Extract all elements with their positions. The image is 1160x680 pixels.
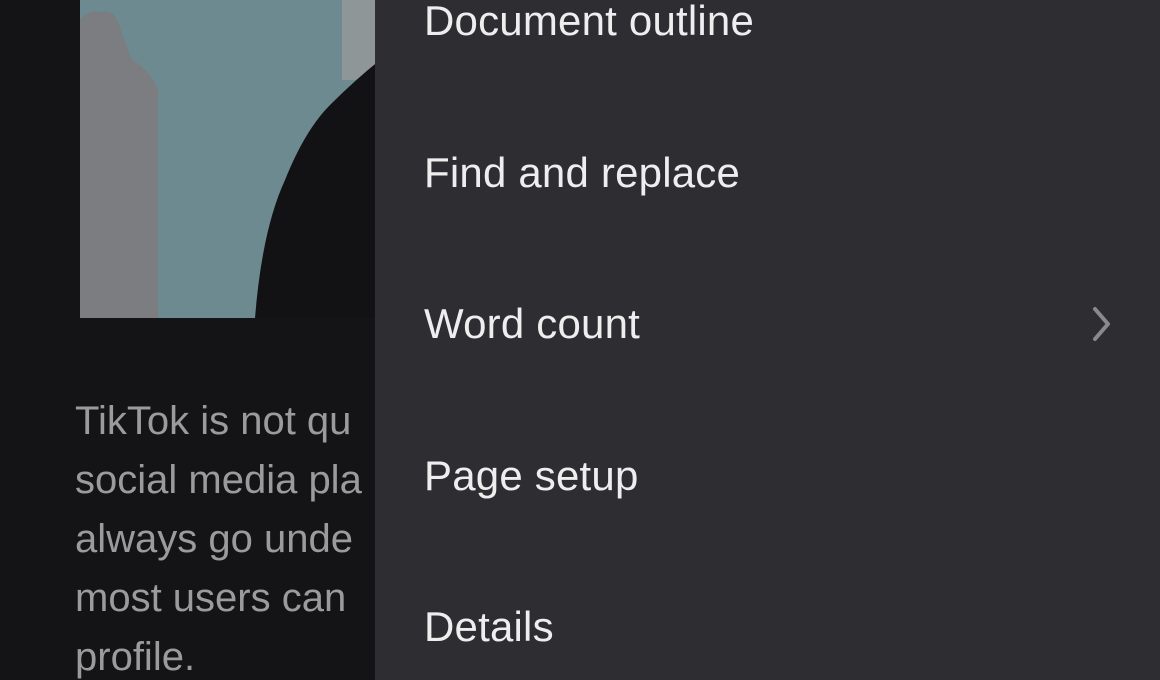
menu-item-details[interactable]: Details	[375, 551, 1160, 680]
menu-item-label: Page setup	[424, 452, 639, 499]
menu-item-document-outline[interactable]: Document outline	[375, 0, 1160, 97]
document-background: TikTok is not qu social media pla always…	[0, 0, 380, 680]
menu-item-label: Word count	[424, 300, 640, 347]
menu-item-find-and-replace[interactable]: Find and replace	[375, 97, 1160, 249]
menu-item-label: Document outline	[424, 0, 755, 44]
menu-item-word-count[interactable]: Word count	[375, 248, 1160, 400]
menu-item-label: Details	[424, 603, 554, 650]
screen: TikTok is not qu social media pla always…	[0, 0, 1160, 680]
document-image	[80, 0, 380, 318]
chevron-right-icon	[1086, 304, 1116, 344]
menu-item-page-setup[interactable]: Page setup	[375, 400, 1160, 552]
tools-menu: Document outline Find and replace Word c…	[375, 0, 1160, 680]
menu-item-label: Find and replace	[424, 149, 741, 196]
